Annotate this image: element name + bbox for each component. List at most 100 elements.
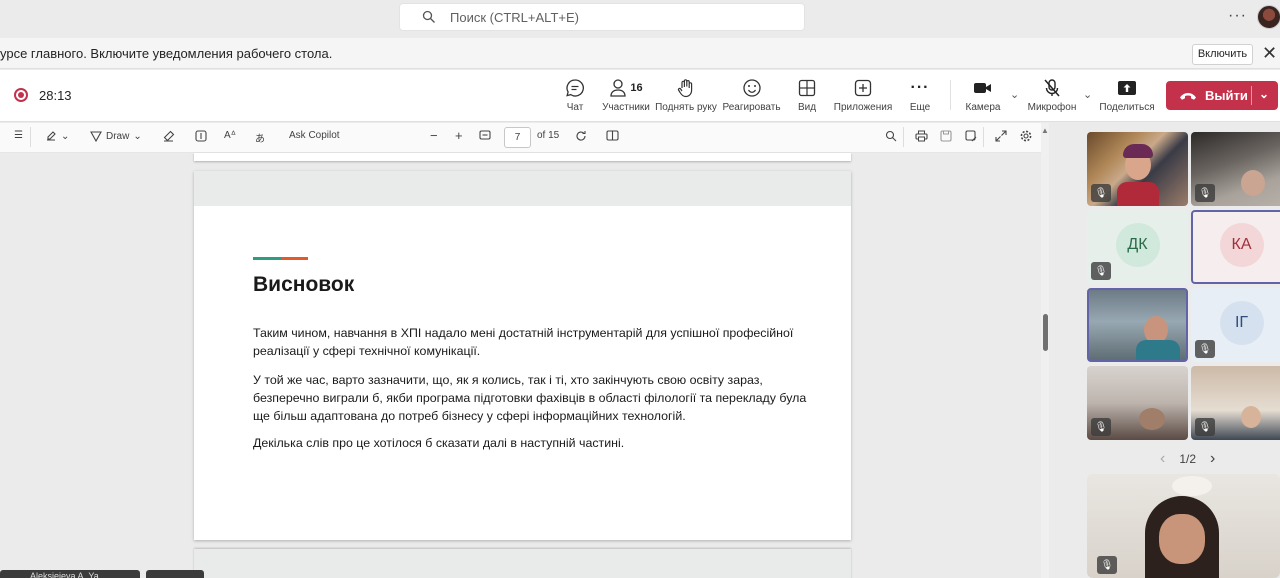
page-total: of 15 (537, 130, 560, 141)
next-page (194, 549, 851, 578)
video-tile[interactable]: ІГ 🎙 (1191, 288, 1280, 362)
highlight-button[interactable]: ⌄ (45, 130, 69, 142)
video-tile[interactable]: 🎙 (1087, 366, 1188, 440)
camera-label: Камера (965, 102, 1001, 113)
read-aloud-icon[interactable]: Aᐞ (224, 130, 236, 141)
video-tile[interactable]: 🎙 (1087, 132, 1188, 206)
ceiling-lamp (1172, 476, 1212, 496)
rotate-icon[interactable] (575, 130, 587, 142)
draw-button[interactable]: Draw ⌄ (90, 130, 142, 142)
camera-button[interactable]: Камера (962, 77, 1004, 117)
video-tile[interactable]: 🎙 (1191, 366, 1280, 440)
camera-icon (974, 83, 991, 93)
video-tile[interactable]: КА (1191, 210, 1280, 284)
toolbar-divider (983, 127, 984, 147)
raise-hand-button[interactable]: Поднять руку (655, 77, 717, 117)
participant-face (1139, 408, 1165, 430)
participant-clothes (1136, 340, 1180, 360)
draw-label: Draw (106, 130, 130, 142)
search-input[interactable]: Поиск (CTRL+ALT+E) (399, 3, 805, 31)
ellipsis-icon: ··· (910, 79, 930, 96)
fullscreen-icon[interactable] (995, 130, 1007, 142)
microphone-chevron-down-icon[interactable]: ⌄ (1083, 88, 1092, 101)
eraser-icon[interactable] (163, 130, 175, 142)
draw-chevron-icon: ⌄ (133, 130, 142, 142)
close-icon[interactable]: ✕ (1262, 43, 1277, 64)
taskbar-tab[interactable]: ... (146, 570, 204, 578)
taskbar-tab[interactable]: Aleksieieva A. Ya (0, 570, 140, 578)
participant-face (1241, 406, 1261, 428)
meeting-timer: 28:13 (39, 88, 72, 103)
toolbar-divider (950, 80, 951, 110)
avatar-initials: ІГ (1219, 301, 1264, 345)
translate-icon[interactable]: あ (255, 130, 265, 145)
print-icon[interactable] (915, 130, 928, 142)
mic-off-icon: 🎙 (1091, 184, 1111, 202)
avatar-initials: КА (1219, 223, 1264, 267)
toolbar-divider (903, 127, 904, 147)
leave-button[interactable]: Выйти ⌄ (1166, 81, 1278, 110)
highlight-chevron-icon: ⌄ (61, 130, 70, 142)
text-box-icon[interactable] (195, 130, 207, 142)
draw-icon (90, 131, 102, 142)
more-options-icon[interactable]: ··· (1228, 7, 1247, 25)
share-button[interactable]: Поделиться (1099, 77, 1155, 117)
chat-label: Чат (566, 102, 584, 113)
video-tile[interactable]: ДК 🎙 (1087, 210, 1188, 284)
participants-button[interactable]: 16 Участники (602, 77, 650, 117)
next-page-icon[interactable]: › (1210, 450, 1215, 468)
mic-off-icon (1044, 79, 1060, 97)
more-button[interactable]: ··· Еще (905, 77, 935, 117)
save-as-icon[interactable] (965, 130, 977, 142)
video-tile[interactable]: 🎙 (1191, 132, 1280, 206)
find-icon[interactable] (885, 130, 897, 142)
camera-chevron-down-icon[interactable]: ⌄ (1010, 88, 1019, 101)
accent-bar-green (253, 257, 281, 260)
react-label: Реагировать (722, 102, 781, 113)
leave-chevron-down-icon[interactable]: ⌄ (1259, 87, 1269, 101)
accent-bar-orange (281, 257, 308, 260)
mic-off-icon: 🎙 (1097, 556, 1117, 574)
view-label: Вид (797, 102, 817, 113)
view-button[interactable]: Вид (792, 77, 822, 117)
page-header-band (194, 549, 851, 578)
chat-button[interactable]: Чат (560, 77, 590, 117)
microphone-button[interactable]: Микрофон (1027, 77, 1077, 117)
zoom-out-icon[interactable]: − (430, 128, 438, 143)
avatar[interactable] (1257, 5, 1280, 29)
highlighter-icon (47, 131, 56, 141)
paragraph-2: У той же час, варто зазначити, що, як я … (253, 373, 807, 423)
zoom-in-icon[interactable]: + (455, 128, 463, 143)
page-view-icon[interactable] (606, 130, 619, 141)
paragraph-3: Декілька слів про це хотілося б сказати … (253, 436, 625, 450)
mic-off-icon: 🎙 (1091, 418, 1111, 436)
page-indicator: 1/2 (1179, 452, 1197, 466)
page-number-input[interactable]: 7 (504, 127, 531, 148)
scroll-up-icon[interactable]: ▲ (1041, 126, 1049, 135)
apps-button[interactable]: Приложения (834, 77, 892, 117)
participant-clothes (1117, 182, 1159, 206)
previous-page-icon[interactable]: ‹ (1160, 450, 1165, 468)
share-label: Поделиться (1099, 102, 1155, 113)
mic-off-icon: 🎙 (1195, 184, 1215, 202)
react-button[interactable]: Реагировать (722, 77, 781, 117)
enable-notifications-button[interactable]: Включить (1192, 44, 1253, 65)
save-icon[interactable] (940, 130, 952, 142)
participant-hair (1123, 144, 1153, 158)
notification-text: урсе главного. Включите уведомления рабо… (0, 45, 333, 61)
leave-divider (1251, 86, 1252, 105)
gallery-pager: ‹ 1/2 › (1160, 450, 1215, 468)
fit-page-icon[interactable] (479, 130, 491, 140)
scrollbar-thumb[interactable] (1043, 314, 1048, 351)
paragraph-1: Таким чином, навчання в ХПІ надало мені … (253, 326, 794, 358)
add-app-icon (854, 79, 872, 97)
grid-view-icon (798, 79, 816, 97)
ask-copilot-button[interactable]: Ask Copilot (289, 130, 340, 141)
self-video[interactable]: 🎙 (1087, 474, 1280, 578)
search-icon (422, 10, 435, 23)
hang-up-icon (1180, 92, 1196, 100)
settings-gear-icon[interactable] (1020, 130, 1032, 142)
video-tile[interactable] (1087, 288, 1188, 362)
contents-icon[interactable]: ☰ (14, 130, 23, 141)
leave-label: Выйти (1205, 88, 1248, 103)
